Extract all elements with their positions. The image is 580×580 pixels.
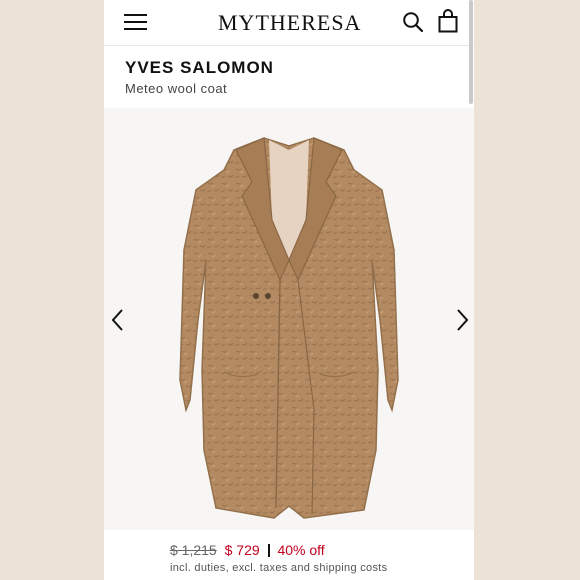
site-logo[interactable]: MYTHERESA: [218, 10, 361, 36]
shopping-bag-icon[interactable]: [438, 9, 458, 33]
original-price: $ 1,215: [170, 542, 217, 558]
phone-screen: MYTHERESA YVES SALOMON Meteo wool coat $…: [104, 0, 474, 580]
scrollbar[interactable]: [469, 0, 473, 104]
price-note: incl. duties, excl. taxes and shipping c…: [170, 562, 388, 574]
search-icon[interactable]: [402, 11, 424, 33]
product-image-carousel[interactable]: [104, 108, 474, 530]
product-image: [179, 137, 399, 519]
sale-price: $ 729: [224, 542, 260, 558]
chevron-left-icon[interactable]: [108, 308, 128, 332]
backdrop-left: [0, 0, 104, 580]
price-row: $ 1,215 $ 729 40% off: [170, 542, 325, 558]
discount-label: 40% off: [277, 542, 325, 558]
top-header: MYTHERESA: [104, 0, 474, 46]
hamburger-menu-icon[interactable]: [124, 14, 147, 31]
chevron-right-icon[interactable]: [452, 308, 472, 332]
backdrop-right: [474, 0, 580, 580]
product-name: Meteo wool coat: [125, 81, 228, 96]
product-brand[interactable]: YVES SALOMON: [125, 58, 274, 78]
price-divider: [267, 544, 270, 557]
